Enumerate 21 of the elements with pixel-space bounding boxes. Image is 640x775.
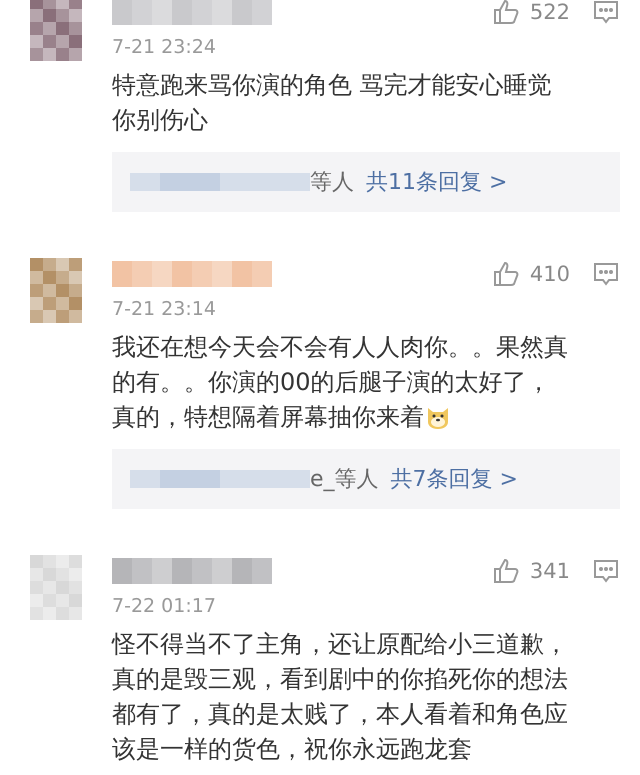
comment-text: 我还在想今天会不会有人人肉你。。果然真 的有。。你演的00的后腿子演的太好了， 真的，特想隔着屏幕抽你来着 [112, 332, 569, 433]
comment-text: 怪不得当不了主角，还让原配给小三道歉， 真的是毁三观，看到剧中的你掐死你的想法 都有了，真的是太贱了，本人看着和角色应 该是一样的货色，祝你永远跑龙套 [112, 629, 569, 765]
thumbs-up-icon[interactable] [492, 260, 520, 288]
reply-count-link[interactable]: 共7条回复 > [390, 464, 518, 494]
comment-time: 7-21 23:24 [112, 36, 217, 58]
comment-icon[interactable] [592, 260, 620, 288]
reply-users: e_等人 [310, 466, 379, 494]
like-count: 522 [530, 0, 570, 24]
reply-summary[interactable]: 等人 共11条回复 > [112, 152, 620, 212]
comment-icon[interactable] [592, 0, 620, 26]
reply-users: 等人 [310, 169, 354, 197]
comment-time: 7-21 23:14 [112, 298, 217, 320]
reply-summary[interactable]: e_等人 共7条回复 > [112, 449, 620, 509]
like-count: 410 [530, 262, 570, 286]
thumbs-up-icon[interactable] [492, 0, 520, 26]
comment-text: 特意跑来骂你演的角色 骂完才能安心睡觉 你别伤心 [112, 70, 553, 136]
comment-time: 7-22 01:17 [112, 595, 217, 617]
reply-count-link[interactable]: 共11条回复 > [366, 167, 508, 197]
like-count: 341 [530, 559, 570, 583]
thumbs-up-icon[interactable] [492, 557, 520, 585]
comment-icon[interactable] [592, 557, 620, 585]
